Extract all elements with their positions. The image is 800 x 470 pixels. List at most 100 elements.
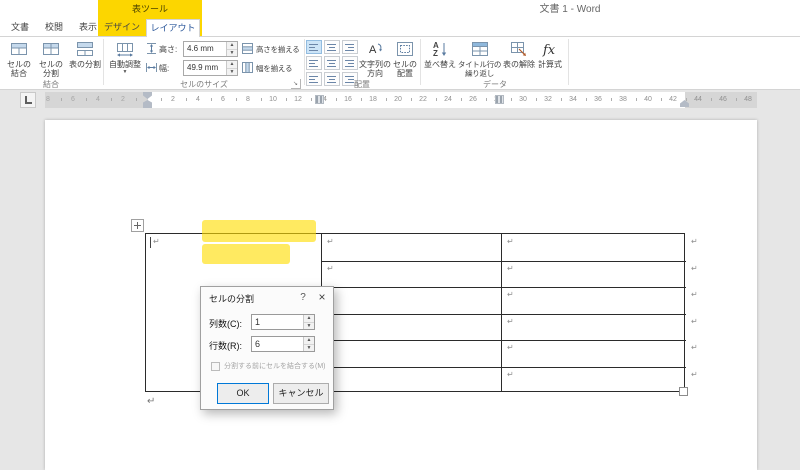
- table-column-marker[interactable]: [315, 95, 324, 104]
- table-resize-handle[interactable]: [679, 387, 688, 396]
- cell-size-dialog-launcher-icon[interactable]: ↘: [291, 79, 301, 89]
- formula-label: 計算式: [538, 60, 562, 69]
- column-width-icon: [145, 61, 158, 74]
- align-middle-center-button[interactable]: [324, 56, 340, 70]
- align-middle-left-button[interactable]: [306, 56, 322, 70]
- autofit-label: 自動調整: [109, 60, 141, 69]
- convert-to-text-icon: [503, 39, 535, 59]
- rows-count-value: 6: [255, 339, 261, 349]
- ruler-number: 10: [269, 96, 277, 103]
- end-of-cell-marker: ↵: [691, 343, 698, 352]
- ruler-number: 4: [196, 96, 200, 103]
- end-of-cell-marker: ↵: [507, 343, 514, 352]
- row-height-input[interactable]: 4.6 mm ▲ ▼: [183, 41, 238, 57]
- ruler-number: [360, 98, 362, 101]
- cancel-button[interactable]: キャンセル: [273, 383, 329, 404]
- tab-review[interactable]: 校閲: [40, 19, 68, 36]
- ok-button[interactable]: OK: [217, 383, 269, 404]
- ruler-number: [435, 98, 437, 101]
- spin-down-icon[interactable]: ▼: [227, 49, 237, 56]
- align-top-right-button[interactable]: [342, 40, 358, 54]
- ruler-number: 6: [221, 96, 225, 103]
- ruler-number: [235, 98, 237, 101]
- spin-down-icon[interactable]: ▼: [304, 322, 314, 329]
- end-of-cell-marker: ↵: [507, 263, 514, 273]
- cell-margins-label: セルの配置: [393, 60, 417, 78]
- ruler-number: 6: [71, 96, 75, 103]
- spin-up-icon[interactable]: ▲: [227, 42, 237, 49]
- ruler-number: [710, 98, 712, 101]
- alignment-lines-icon: [309, 76, 318, 77]
- tab-stop-selector[interactable]: [20, 92, 36, 108]
- columns-count-spinner[interactable]: ▲ ▼: [303, 315, 314, 329]
- columns-count-value: 1: [255, 317, 261, 327]
- end-of-cell-marker: ↵: [691, 263, 698, 273]
- end-of-cell-marker: ↵: [507, 316, 514, 326]
- ruler-number: 44: [694, 96, 702, 103]
- ruler-number: [185, 98, 187, 101]
- align-top-center-button[interactable]: [324, 40, 340, 54]
- merge-before-split-checkbox: [211, 362, 220, 371]
- alignment-lines-icon: [327, 76, 336, 77]
- ruler-number: 40: [644, 96, 652, 103]
- alignment-lines-icon: [348, 63, 354, 64]
- ruler-number: [410, 98, 412, 101]
- split-cells-label: セルの分割: [39, 60, 63, 78]
- document-title: 文書 1 - Word: [539, 4, 601, 15]
- left-indent-marker[interactable]: [143, 105, 152, 108]
- document-area: 2468101214161820222426283032343638404244…: [0, 90, 800, 470]
- text-direction-icon: A: [358, 39, 392, 59]
- row-height-spinner[interactable]: ▲ ▼: [226, 42, 237, 56]
- group-label-data: データ: [483, 80, 507, 89]
- move-cross-icon: [137, 222, 138, 229]
- dialog-help-button[interactable]: ?: [295, 290, 311, 306]
- ruler-number: 12: [294, 96, 302, 103]
- row-height-icon: [145, 42, 158, 55]
- spin-down-icon[interactable]: ▼: [227, 68, 237, 75]
- column-width-input[interactable]: 49.9 mm ▲ ▼: [183, 60, 238, 76]
- page[interactable]: ↵↵↵↵↵↵↵↵↵↵↵↵↵↵↵↵↵↵↵ ↵: [45, 120, 757, 470]
- column-width-spinner[interactable]: ▲ ▼: [226, 61, 237, 75]
- ruler-number: 38: [619, 96, 627, 103]
- table-column-marker[interactable]: [495, 95, 504, 104]
- ruler-number: [485, 98, 487, 101]
- ruler-number: [535, 98, 537, 101]
- spin-up-icon[interactable]: ▲: [304, 315, 314, 322]
- tab-mailings[interactable]: 文書: [6, 19, 34, 36]
- alignment-lines-icon: [345, 66, 354, 67]
- end-of-cell-marker: ↵: [691, 290, 698, 299]
- align-middle-right-button[interactable]: [342, 56, 358, 70]
- dialog-close-button[interactable]: ×: [313, 289, 331, 306]
- distribute-rows-button[interactable]: 高さを揃える: [241, 41, 303, 57]
- spin-down-icon[interactable]: ▼: [304, 344, 314, 351]
- ruler-number: [585, 98, 587, 101]
- dialog-title: セルの分割: [209, 294, 255, 304]
- table-move-handle[interactable]: [131, 219, 144, 232]
- ruler-number: 18: [369, 96, 377, 103]
- alignment-lines-icon: [345, 50, 354, 51]
- ruler-number: [110, 98, 112, 101]
- align-top-left-button[interactable]: [306, 40, 322, 54]
- word-window: 表ツール 文書 1 - Word 文書 校閲 表示 デザイン レイアウト セルの…: [0, 0, 800, 470]
- ruler-number: [635, 98, 637, 101]
- formula-fx-glyph: fx: [542, 43, 556, 58]
- horizontal-ruler[interactable]: 2468101214161820222426283032343638404244…: [45, 92, 757, 108]
- ruler-number: 46: [719, 96, 727, 103]
- sort-label: 並べ替え: [424, 60, 456, 69]
- ribbon: セルの結合 セルの分割 表の分割 結合 自動調整 ▼ 高さ: 4.6 mm ▲ …: [0, 36, 800, 90]
- rows-count-spinner[interactable]: ▲ ▼: [303, 337, 314, 351]
- row-height-value: 4.6 mm: [187, 44, 214, 53]
- columns-count-input[interactable]: 1 ▲ ▼: [251, 314, 315, 330]
- contextual-tab-header: 表ツール: [98, 0, 202, 19]
- rows-count-input[interactable]: 6 ▲ ▼: [251, 336, 315, 352]
- tab-table-design[interactable]: デザイン: [100, 19, 144, 36]
- spin-up-icon[interactable]: ▲: [304, 337, 314, 344]
- alignment-lines-icon: [309, 50, 318, 51]
- table-row-border: [321, 313, 686, 315]
- tab-table-layout[interactable]: レイアウト: [146, 19, 200, 37]
- alignment-lines-icon: [327, 66, 336, 67]
- end-of-cell-marker: ↵: [691, 237, 698, 246]
- spin-up-icon[interactable]: ▲: [227, 61, 237, 68]
- distribute-columns-button[interactable]: 幅を揃える: [241, 60, 303, 76]
- ruler-number: 8: [246, 96, 250, 103]
